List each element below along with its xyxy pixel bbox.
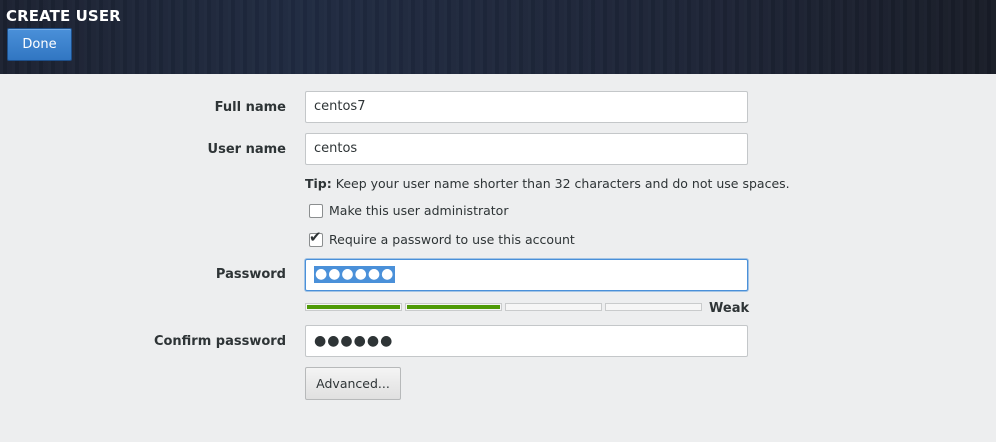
tip-text: Keep your user name shorter than 32 char… bbox=[331, 176, 790, 191]
user-name-label: User name bbox=[207, 142, 286, 157]
confirm-password-label: Confirm password bbox=[153, 334, 286, 349]
full-name-field[interactable]: centos7 bbox=[305, 91, 748, 123]
admin-checkbox-row[interactable]: Make this user administrator bbox=[309, 203, 508, 218]
require-password-checkbox-row[interactable]: ✔ Require a password to use this account bbox=[309, 227, 575, 247]
password-field[interactable]: ●●●●●● bbox=[305, 259, 748, 291]
strength-segment bbox=[305, 303, 402, 311]
done-button[interactable]: Done bbox=[7, 28, 72, 61]
strength-segment bbox=[605, 303, 702, 311]
strength-fill bbox=[307, 305, 400, 309]
password-strength-label: Weak bbox=[709, 301, 750, 316]
password-strength-meter bbox=[305, 303, 702, 313]
header-bar: CREATE USER Done bbox=[0, 0, 996, 74]
require-password-checkbox[interactable]: ✔ bbox=[309, 227, 323, 247]
username-tip: Tip: Keep your user name shorter than 32… bbox=[305, 176, 790, 191]
confirm-password-value: ●●●●●● bbox=[314, 333, 394, 349]
strength-segment bbox=[505, 303, 602, 311]
confirm-password-field[interactable]: ●●●●●● bbox=[305, 325, 748, 357]
checkmark-icon: ✔ bbox=[309, 227, 322, 246]
tip-prefix: Tip: bbox=[305, 176, 332, 191]
user-name-field[interactable]: centos bbox=[305, 133, 748, 165]
strength-fill bbox=[407, 305, 500, 309]
admin-checkbox-label[interactable]: Make this user administrator bbox=[329, 203, 508, 218]
advanced-button[interactable]: Advanced... bbox=[305, 367, 401, 400]
full-name-label: Full name bbox=[214, 100, 286, 115]
require-password-checkbox-label[interactable]: Require a password to use this account bbox=[329, 232, 575, 247]
strength-segment bbox=[405, 303, 502, 311]
page-title: CREATE USER bbox=[6, 7, 121, 25]
password-label: Password bbox=[215, 267, 286, 282]
admin-checkbox[interactable] bbox=[309, 203, 323, 218]
password-value: ●●●●●● bbox=[314, 266, 396, 283]
